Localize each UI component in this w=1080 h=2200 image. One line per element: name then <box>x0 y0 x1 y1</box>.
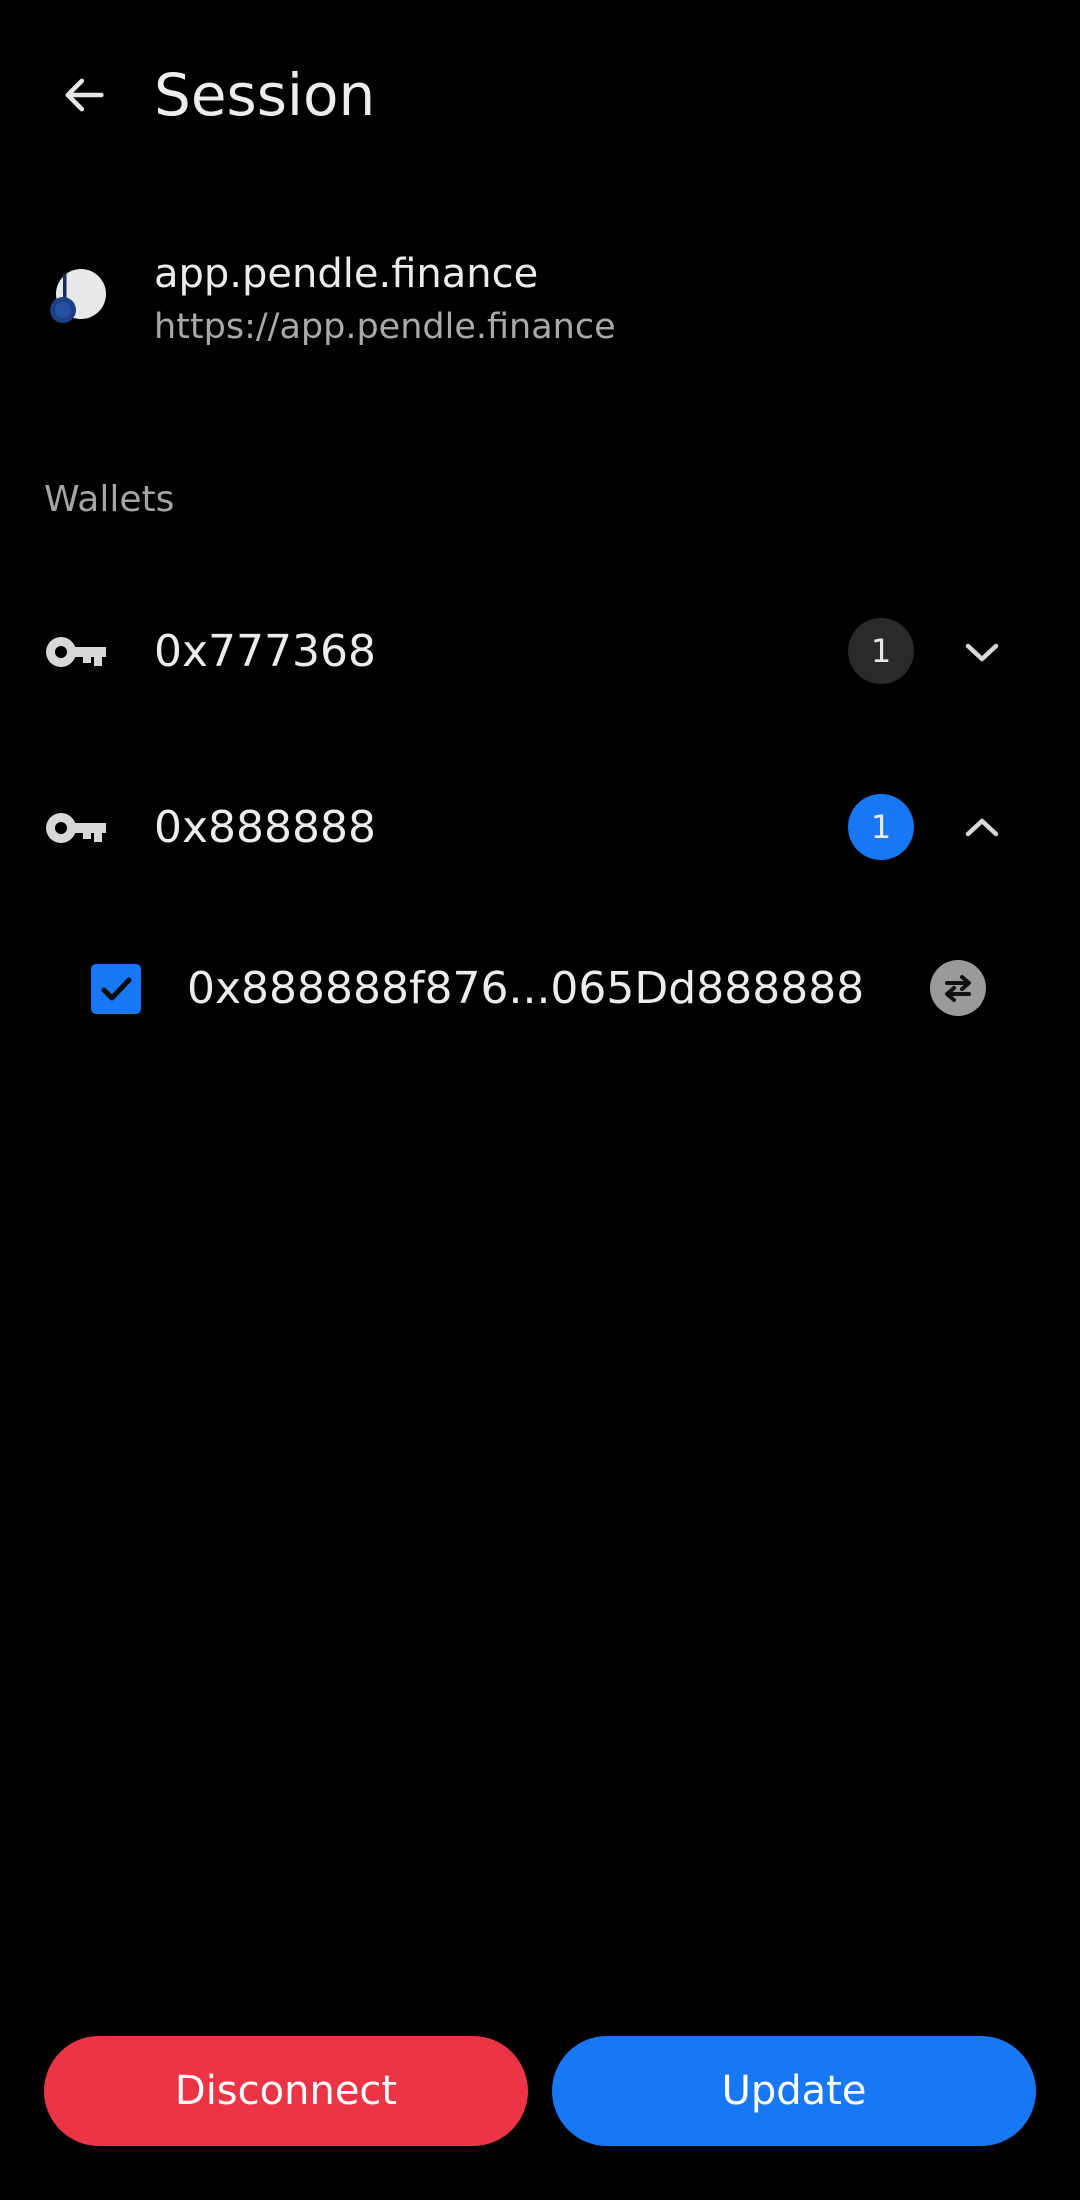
account-checkbox[interactable] <box>91 964 141 1014</box>
top-app-bar: Session <box>0 0 1080 190</box>
page-title: Session <box>154 61 376 129</box>
checkmark-icon <box>101 977 132 1001</box>
pendle-logo-icon <box>48 266 108 338</box>
key-icon <box>44 628 108 676</box>
dapp-name: app.pendle.finance <box>154 251 539 297</box>
wallet-name: 0x777368 <box>154 626 376 677</box>
account-count-badge: 1 <box>848 794 914 860</box>
account-address: 0x888888f876...065Dd888888 <box>187 963 865 1014</box>
wallet-name: 0x888888 <box>154 802 376 853</box>
dapp-url: https://app.pendle.finance <box>154 307 616 347</box>
update-button[interactable]: Update <box>552 2036 1036 2146</box>
swap-arrows-icon[interactable] <box>930 960 986 1016</box>
key-icon <box>44 804 108 852</box>
disconnect-button[interactable]: Disconnect <box>44 2036 528 2146</box>
arrow-left-icon <box>65 78 104 112</box>
account-row: 0x888888f876...065Dd888888 <box>0 930 1080 1050</box>
dapp-info: app.pendle.finance https://app.pendle.fi… <box>0 240 1080 370</box>
chevron-up-icon[interactable] <box>952 804 1012 852</box>
wallets-section-label: Wallets <box>44 479 175 520</box>
chevron-down-icon[interactable] <box>952 628 1012 676</box>
wallet-row-0x777368[interactable]: 0x777368 1 <box>0 592 1080 712</box>
wallet-row-0x888888[interactable]: 0x888888 1 <box>0 768 1080 888</box>
back-button[interactable] <box>44 55 124 135</box>
account-count-badge: 1 <box>848 618 914 684</box>
